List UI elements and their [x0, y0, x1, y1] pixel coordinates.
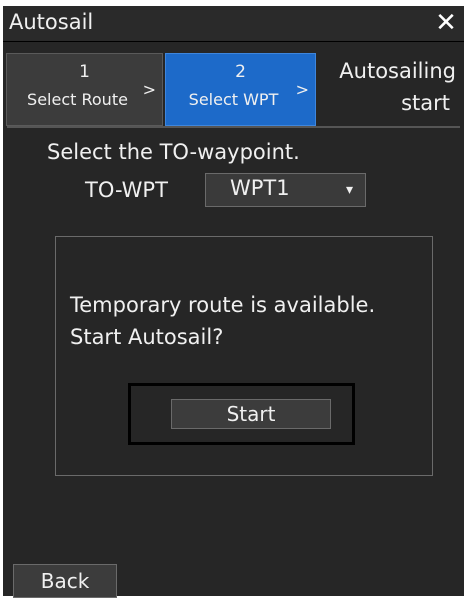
step-autosailing-start: Autosailing start [319, 53, 464, 126]
step-select-wpt[interactable]: 2 Select WPT > [165, 53, 316, 126]
message-line-1: Temporary route is available. [70, 293, 376, 317]
step-label: Select Route [27, 90, 128, 109]
instruction-text: Select the TO-waypoint. [47, 140, 300, 164]
start-button-frame: Start [128, 383, 355, 445]
step-arrow: > [295, 80, 309, 99]
step-number: 2 [235, 62, 246, 82]
step-label-line2: start [401, 91, 450, 115]
chevron-down-icon: ▾ [345, 182, 353, 198]
step-select-route[interactable]: 1 Select Route > [6, 53, 163, 126]
title-bar: Autosail ✕ [3, 6, 464, 42]
back-button[interactable]: Back [13, 564, 117, 598]
autosail-dialog: Autosail ✕ 1 Select Route > 2 Select WPT… [3, 6, 464, 598]
step-label: Select WPT [188, 90, 279, 109]
dialog-title: Autosail [9, 10, 94, 34]
close-icon[interactable]: ✕ [432, 9, 460, 37]
start-button[interactable]: Start [171, 399, 331, 429]
to-wpt-value: WPT1 [230, 176, 290, 200]
divider [7, 126, 460, 128]
step-label-line1: Autosailing [339, 59, 456, 83]
step-indicator: 1 Select Route > 2 Select WPT > Autosail… [3, 53, 464, 126]
message-line-2: Start Autosail? [70, 325, 224, 349]
to-wpt-dropdown[interactable]: WPT1 ▾ [205, 173, 366, 207]
step-arrow: > [142, 80, 156, 99]
confirmation-panel: Temporary route is available. Start Auto… [55, 236, 433, 476]
step-number: 1 [79, 62, 90, 82]
to-wpt-label: TO-WPT [85, 178, 168, 202]
